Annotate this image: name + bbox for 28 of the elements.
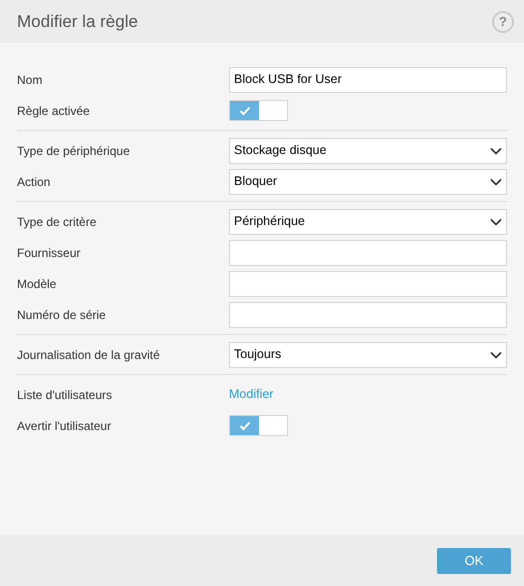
text-field[interactable] bbox=[229, 270, 507, 296]
chevron-down-icon bbox=[490, 178, 502, 186]
text-field[interactable] bbox=[229, 302, 507, 328]
field-label: Avertir l'utilisateur bbox=[17, 418, 112, 434]
field-label: Modèle bbox=[17, 276, 58, 292]
toggle-switch[interactable] bbox=[229, 100, 288, 121]
field-label: Règle activée bbox=[17, 102, 91, 120]
dropdown[interactable]: Stockage disque bbox=[229, 138, 507, 164]
chevron-down-icon bbox=[490, 146, 502, 154]
text-field[interactable] bbox=[229, 240, 507, 266]
check-icon bbox=[238, 420, 250, 430]
chevron-down-icon bbox=[490, 218, 502, 226]
field-label: Nom bbox=[17, 72, 44, 88]
text-field[interactable]: Block USB for User bbox=[229, 66, 507, 92]
field-label: Type de périphérique bbox=[17, 142, 131, 160]
window-title: Modifier la règle bbox=[17, 10, 138, 33]
dropdown[interactable]: Toujours bbox=[229, 342, 507, 368]
field-label: Journalisation de la gravité bbox=[17, 346, 161, 364]
toggle-switch[interactable] bbox=[229, 415, 288, 436]
field-label: Fournisseur bbox=[17, 244, 82, 262]
field-label: Action bbox=[17, 174, 52, 190]
dropdown[interactable]: Périphérique bbox=[229, 208, 507, 234]
field-label: Type de critère bbox=[17, 214, 98, 230]
field-label: Numéro de série bbox=[17, 306, 107, 324]
dropdown[interactable]: Bloquer bbox=[229, 168, 507, 194]
field-label: Liste d'utilisateurs bbox=[17, 386, 114, 404]
check-icon bbox=[238, 106, 250, 116]
chevron-down-icon bbox=[490, 350, 502, 358]
